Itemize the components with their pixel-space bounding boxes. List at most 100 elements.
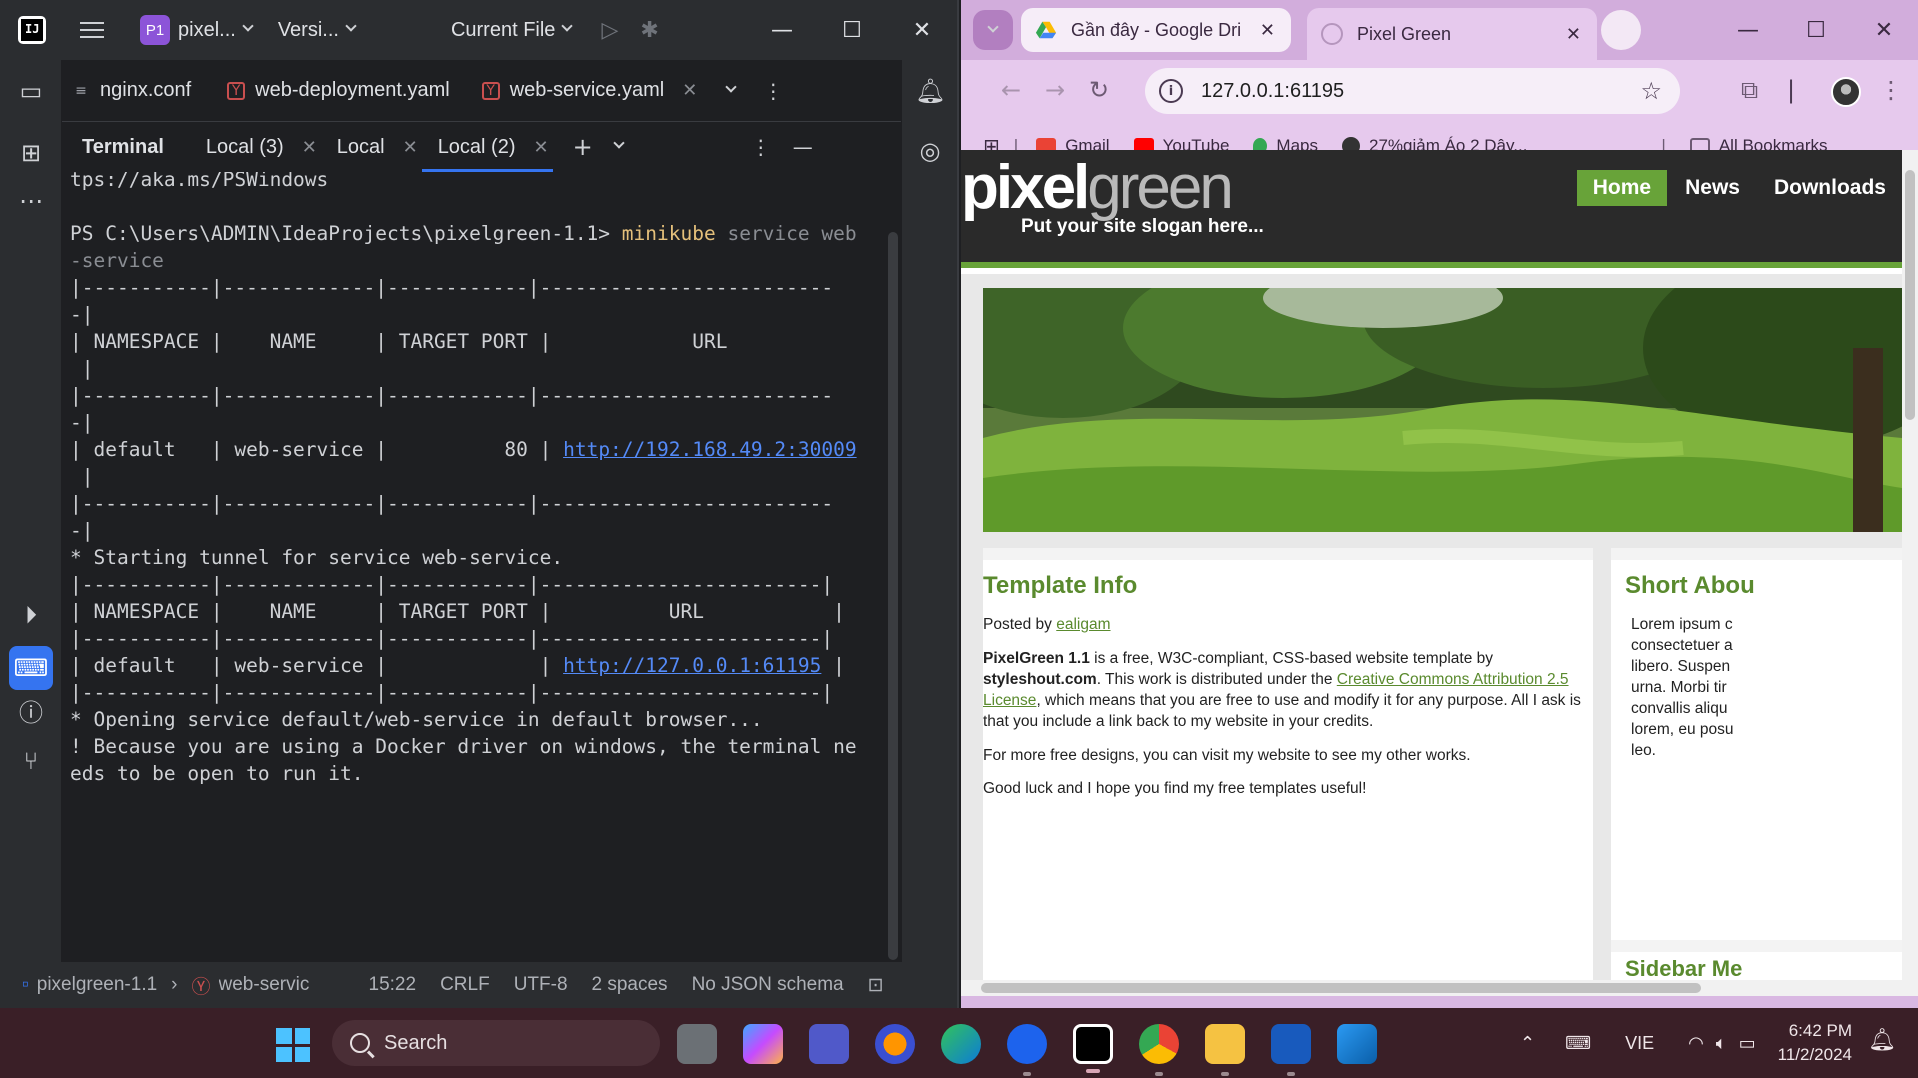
status-project[interactable]: pixelgreen-1.1 <box>37 974 157 996</box>
firefox-icon[interactable] <box>875 1024 915 1064</box>
run-icon[interactable]: ▷ <box>601 18 618 43</box>
more-tools-icon[interactable]: ⋯ <box>16 186 46 216</box>
structure-icon[interactable]: ⊞ <box>16 138 46 168</box>
edge-icon[interactable] <box>941 1024 981 1064</box>
project-badge[interactable]: P1 <box>140 15 170 45</box>
project-name[interactable]: pixel... <box>178 19 236 42</box>
terminal-tab[interactable]: Local (3) ✕ <box>206 122 317 172</box>
volume-icon[interactable]: 🔈︎ <box>1716 1033 1727 1054</box>
close-tab-icon[interactable]: ✕ <box>1260 20 1275 41</box>
intellij-logo-icon[interactable]: IJ <box>18 16 46 44</box>
close-tab-icon[interactable]: ✕ <box>302 137 317 158</box>
project-folder-icon[interactable]: ▭ <box>16 76 46 106</box>
page-horizontal-scrollbar[interactable] <box>961 980 1918 996</box>
problems-icon[interactable]: ⓘ <box>16 698 46 728</box>
chevron-down-icon[interactable] <box>345 20 357 32</box>
tabs-dropdown-icon[interactable] <box>725 80 737 93</box>
run-config-selector[interactable]: Current File <box>451 19 555 42</box>
file-explorer-icon[interactable] <box>1205 1024 1245 1076</box>
paragraph: PixelGreen 1.1 is a free, W3C-compliant,… <box>983 648 1583 732</box>
editor-tab-label: web-service.yaml <box>509 79 665 101</box>
terminal-icon[interactable]: ⌨ <box>9 646 53 690</box>
site-logo[interactable]: pixelgreen <box>961 152 1234 223</box>
chevron-down-icon[interactable] <box>242 20 254 32</box>
word-icon[interactable] <box>1271 1024 1311 1076</box>
tunnel-url-link[interactable]: http://127.0.0.1:61195 <box>563 654 821 677</box>
extensions-icon[interactable]: ⧉ <box>1741 76 1758 104</box>
browser-window: Gần đây - Google Driv ✕ Pixel Green ✕ — … <box>961 0 1918 1008</box>
service-url-link[interactable]: http://192.168.49.2:30009 <box>563 438 857 461</box>
docker-icon[interactable] <box>1007 1024 1047 1076</box>
browser-tab-active[interactable]: Pixel Green ✕ <box>1307 8 1597 60</box>
close-icon[interactable]: ✕ <box>887 0 957 60</box>
status-file[interactable]: web-servic <box>219 974 319 996</box>
new-tab-button[interactable] <box>1601 10 1641 50</box>
terminal-tab[interactable]: Local (2) ✕ <box>421 122 553 172</box>
close-tab-icon[interactable]: ✕ <box>682 80 697 101</box>
chevron-up-icon[interactable]: ⌃ <box>1520 1033 1535 1054</box>
minimize-icon[interactable]: — <box>747 0 817 60</box>
author-link[interactable]: ealigam <box>1056 616 1110 633</box>
forward-icon[interactable]: → <box>1045 76 1065 104</box>
new-terminal-icon[interactable]: + <box>573 133 593 161</box>
main-menu-icon[interactable] <box>80 22 104 38</box>
maximize-icon[interactable]: ☐ <box>817 0 887 60</box>
input-language[interactable]: VIE <box>1625 1033 1654 1054</box>
nav-home[interactable]: Home <box>1576 170 1668 206</box>
copilot-icon[interactable] <box>743 1024 783 1064</box>
terminal-scrollbar[interactable] <box>888 232 898 960</box>
profile-avatar[interactable] <box>1831 77 1861 107</box>
close-icon[interactable]: ✕ <box>1850 0 1918 60</box>
notification-bell-icon[interactable]: 🔔︎ <box>1868 1028 1896 1053</box>
browser-menu-icon[interactable]: ⋮ <box>1879 76 1903 104</box>
editor-tab[interactable]: ≡ nginx.conf <box>72 79 191 102</box>
battery-icon[interactable]: ▭ <box>1739 1033 1756 1054</box>
caret-position[interactable]: 15:22 <box>369 974 417 996</box>
chevron-down-icon[interactable] <box>561 20 574 32</box>
editor-tab[interactable]: Y web-deployment.yaml <box>227 79 450 102</box>
keyboard-icon[interactable]: ⌨ <box>1565 1033 1591 1054</box>
close-tab-icon[interactable]: ✕ <box>534 137 549 158</box>
terminal-tab[interactable]: Local ✕ <box>337 122 418 172</box>
debug-icon[interactable]: ✱ <box>640 18 658 43</box>
hide-panel-icon[interactable]: — <box>793 135 813 159</box>
indent-setting[interactable]: 2 spaces <box>592 974 668 996</box>
back-icon[interactable]: ← <box>1001 76 1021 104</box>
clock[interactable]: 6:42 PM 11/2/2024 <box>1778 1019 1852 1067</box>
intellij-taskbar-icon[interactable] <box>1073 1024 1113 1073</box>
services-icon[interactable]: ⏵ <box>16 600 46 630</box>
bookmark-star-icon[interactable]: ☆ <box>1640 77 1662 105</box>
nav-news[interactable]: News <box>1669 170 1756 206</box>
taskbar-search[interactable]: Search <box>332 1020 660 1066</box>
file-encoding[interactable]: UTF-8 <box>514 974 568 996</box>
editor-tab[interactable]: Y web-service.yaml ✕ <box>481 79 697 102</box>
terminal-dropdown-icon[interactable] <box>613 137 625 149</box>
line-separator[interactable]: CRLF <box>440 974 490 996</box>
more-actions-icon[interactable]: ⋮ <box>763 79 783 103</box>
vcs-widget[interactable]: Versi... <box>278 19 339 42</box>
site-info-icon[interactable]: i <box>1159 79 1183 103</box>
page-vertical-scrollbar[interactable] <box>1902 150 1918 980</box>
address-bar[interactable]: i 127.0.0.1:61195 ☆ <box>1145 68 1680 114</box>
close-tab-icon[interactable]: ✕ <box>1566 24 1581 45</box>
teams-icon[interactable] <box>809 1024 849 1064</box>
json-schema-selector[interactable]: No JSON schema <box>692 974 844 996</box>
reload-icon[interactable]: ↻ <box>1089 76 1109 104</box>
lock-icon[interactable]: ⊡ <box>868 974 884 997</box>
maximize-icon[interactable]: ☐ <box>1782 0 1850 60</box>
nav-downloads[interactable]: Downloads <box>1758 170 1902 206</box>
ai-assistant-icon[interactable]: ◎ <box>915 136 945 166</box>
notifications-bell-icon[interactable]: 🔔︎ <box>915 76 945 106</box>
browser-tab[interactable]: Gần đây - Google Driv ✕ <box>1021 8 1291 52</box>
photos-icon[interactable] <box>1337 1024 1377 1064</box>
close-tab-icon[interactable]: ✕ <box>403 137 418 158</box>
windows-start-icon[interactable] <box>276 1028 310 1062</box>
tab-search-button[interactable] <box>973 10 1013 50</box>
task-view-icon[interactable] <box>677 1024 717 1064</box>
wifi-icon[interactable]: ◠ <box>1688 1033 1704 1054</box>
more-actions-icon[interactable]: ⋮ <box>751 135 771 159</box>
git-branch-icon[interactable]: ⑂ <box>16 746 46 776</box>
minimize-icon[interactable]: — <box>1714 0 1782 60</box>
terminal-output[interactable]: tps://aka.ms/PSWindows PS C:\Users\ADMIN… <box>62 172 884 962</box>
chrome-icon[interactable] <box>1139 1024 1179 1076</box>
